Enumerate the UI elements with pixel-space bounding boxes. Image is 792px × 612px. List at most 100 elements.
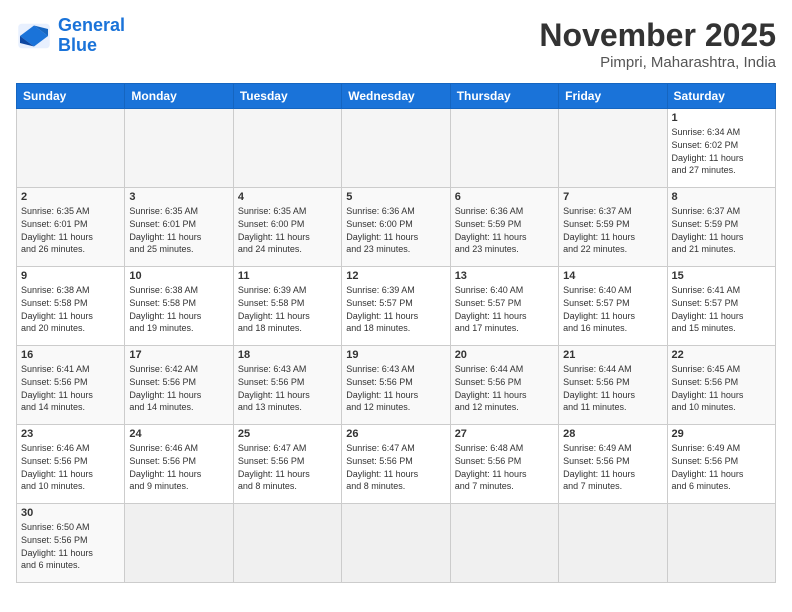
day-info: Sunrise: 6:43 AM Sunset: 5:56 PM Dayligh… xyxy=(346,363,445,413)
calendar-cell xyxy=(342,109,450,188)
calendar-cell: 19 Sunrise: 6:43 AM Sunset: 5:56 PM Dayli… xyxy=(342,346,450,425)
day-number: 26 xyxy=(346,428,445,440)
day-number: 22 xyxy=(672,349,771,361)
logo-general: General xyxy=(58,15,125,35)
calendar-cell xyxy=(450,109,558,188)
title-block: November 2025 Pimpri, Maharashtra, India xyxy=(539,16,776,71)
month-title: November 2025 xyxy=(539,16,776,54)
day-number: 24 xyxy=(129,428,228,440)
calendar-cell: 18 Sunrise: 6:43 AM Sunset: 5:56 PM Dayli… xyxy=(233,346,341,425)
day-info: Sunrise: 6:38 AM Sunset: 5:58 PM Dayligh… xyxy=(129,284,228,334)
calendar-cell: 8Sunrise: 6:37 AM Sunset: 5:59 PM Daylig… xyxy=(667,188,775,267)
day-of-week-header: Monday xyxy=(125,84,233,109)
day-number: 21 xyxy=(563,349,662,361)
day-number: 14 xyxy=(563,270,662,282)
calendar-cell xyxy=(559,504,667,583)
calendar-cell xyxy=(450,504,558,583)
calendar-cell: 1Sunrise: 6:34 AM Sunset: 6:02 PM Daylig… xyxy=(667,109,775,188)
calendar-cell xyxy=(342,504,450,583)
day-number: 25 xyxy=(238,428,337,440)
day-info: Sunrise: 6:44 AM Sunset: 5:56 PM Dayligh… xyxy=(563,363,662,413)
day-info: Sunrise: 6:40 AM Sunset: 5:57 PM Dayligh… xyxy=(455,284,554,334)
day-number: 6 xyxy=(455,191,554,203)
calendar-week-row: 30 Sunrise: 6:50 AM Sunset: 5:56 PM Dayli… xyxy=(17,504,776,583)
calendar-week-row: 16 Sunrise: 6:41 AM Sunset: 5:56 PM Dayli… xyxy=(17,346,776,425)
day-number: 13 xyxy=(455,270,554,282)
day-number: 9 xyxy=(21,270,120,282)
day-of-week-header: Thursday xyxy=(450,84,558,109)
day-info: Sunrise: 6:41 AM Sunset: 5:56 PM Dayligh… xyxy=(21,363,120,413)
calendar-cell: 20Sunrise: 6:44 AM Sunset: 5:56 PM Dayli… xyxy=(450,346,558,425)
day-number: 29 xyxy=(672,428,771,440)
calendar-week-row: 1Sunrise: 6:34 AM Sunset: 6:02 PM Daylig… xyxy=(17,109,776,188)
calendar-cell: 6 Sunrise: 6:36 AM Sunset: 5:59 PM Daylig… xyxy=(450,188,558,267)
calendar-cell: 15Sunrise: 6:41 AM Sunset: 5:57 PM Dayli… xyxy=(667,267,775,346)
day-number: 18 xyxy=(238,349,337,361)
calendar-cell xyxy=(233,504,341,583)
day-info: Sunrise: 6:50 AM Sunset: 5:56 PM Dayligh… xyxy=(21,521,120,571)
header: General Blue November 2025 Pimpri, Mahar… xyxy=(16,16,776,71)
day-info: Sunrise: 6:39 AM Sunset: 5:57 PM Dayligh… xyxy=(346,284,445,334)
calendar-cell: 24Sunrise: 6:46 AM Sunset: 5:56 PM Dayli… xyxy=(125,425,233,504)
day-number: 5 xyxy=(346,191,445,203)
day-info: Sunrise: 6:45 AM Sunset: 5:56 PM Dayligh… xyxy=(672,363,771,413)
day-number: 16 xyxy=(21,349,120,361)
calendar-cell: 16 Sunrise: 6:41 AM Sunset: 5:56 PM Dayli… xyxy=(17,346,125,425)
day-number: 8 xyxy=(672,191,771,203)
calendar-cell xyxy=(125,109,233,188)
day-number: 15 xyxy=(672,270,771,282)
day-info: Sunrise: 6:36 AM Sunset: 5:59 PM Dayligh… xyxy=(455,205,554,255)
calendar-week-row: 9 Sunrise: 6:38 AM Sunset: 5:58 PM Daylig… xyxy=(17,267,776,346)
day-info: Sunrise: 6:49 AM Sunset: 5:56 PM Dayligh… xyxy=(563,442,662,492)
calendar-week-row: 2 Sunrise: 6:35 AM Sunset: 6:01 PM Daylig… xyxy=(17,188,776,267)
day-info: Sunrise: 6:46 AM Sunset: 5:56 PM Dayligh… xyxy=(21,442,120,492)
day-number: 4 xyxy=(238,191,337,203)
day-of-week-header: Saturday xyxy=(667,84,775,109)
day-info: Sunrise: 6:47 AM Sunset: 5:56 PM Dayligh… xyxy=(346,442,445,492)
calendar-cell: 14Sunrise: 6:40 AM Sunset: 5:57 PM Dayli… xyxy=(559,267,667,346)
day-number: 2 xyxy=(21,191,120,203)
day-info: Sunrise: 6:42 AM Sunset: 5:56 PM Dayligh… xyxy=(129,363,228,413)
day-info: Sunrise: 6:48 AM Sunset: 5:56 PM Dayligh… xyxy=(455,442,554,492)
day-number: 27 xyxy=(455,428,554,440)
calendar-cell: 12Sunrise: 6:39 AM Sunset: 5:57 PM Dayli… xyxy=(342,267,450,346)
day-number: 7 xyxy=(563,191,662,203)
calendar-cell xyxy=(125,504,233,583)
calendar-cell: 27 Sunrise: 6:48 AM Sunset: 5:56 PM Dayli… xyxy=(450,425,558,504)
day-info: Sunrise: 6:34 AM Sunset: 6:02 PM Dayligh… xyxy=(672,126,771,176)
calendar-cell: 4 Sunrise: 6:35 AM Sunset: 6:00 PM Daylig… xyxy=(233,188,341,267)
calendar-cell: 10 Sunrise: 6:38 AM Sunset: 5:58 PM Dayli… xyxy=(125,267,233,346)
calendar-cell: 25Sunrise: 6:47 AM Sunset: 5:56 PM Dayli… xyxy=(233,425,341,504)
day-number: 19 xyxy=(346,349,445,361)
calendar-cell: 7 Sunrise: 6:37 AM Sunset: 5:59 PM Daylig… xyxy=(559,188,667,267)
day-of-week-header: Wednesday xyxy=(342,84,450,109)
calendar-cell xyxy=(667,504,775,583)
calendar: SundayMondayTuesdayWednesdayThursdayFrid… xyxy=(16,83,776,583)
day-number: 10 xyxy=(129,270,228,282)
day-number: 30 xyxy=(21,507,120,519)
calendar-cell: 17Sunrise: 6:42 AM Sunset: 5:56 PM Dayli… xyxy=(125,346,233,425)
calendar-cell: 11Sunrise: 6:39 AM Sunset: 5:58 PM Dayli… xyxy=(233,267,341,346)
calendar-cell: 3Sunrise: 6:35 AM Sunset: 6:01 PM Daylig… xyxy=(125,188,233,267)
day-info: Sunrise: 6:49 AM Sunset: 5:56 PM Dayligh… xyxy=(672,442,771,492)
subtitle: Pimpri, Maharashtra, India xyxy=(539,54,776,71)
calendar-cell xyxy=(17,109,125,188)
calendar-cell: 29 Sunrise: 6:49 AM Sunset: 5:56 PM Dayli… xyxy=(667,425,775,504)
day-info: Sunrise: 6:35 AM Sunset: 6:01 PM Dayligh… xyxy=(129,205,228,255)
logo: General Blue xyxy=(16,16,125,56)
day-info: Sunrise: 6:44 AM Sunset: 5:56 PM Dayligh… xyxy=(455,363,554,413)
calendar-cell: 22 Sunrise: 6:45 AM Sunset: 5:56 PM Dayli… xyxy=(667,346,775,425)
calendar-cell xyxy=(559,109,667,188)
day-info: Sunrise: 6:39 AM Sunset: 5:58 PM Dayligh… xyxy=(238,284,337,334)
calendar-cell: 28Sunrise: 6:49 AM Sunset: 5:56 PM Dayli… xyxy=(559,425,667,504)
calendar-cell xyxy=(233,109,341,188)
calendar-cell: 13 Sunrise: 6:40 AM Sunset: 5:57 PM Dayli… xyxy=(450,267,558,346)
day-info: Sunrise: 6:43 AM Sunset: 5:56 PM Dayligh… xyxy=(238,363,337,413)
day-info: Sunrise: 6:35 AM Sunset: 6:00 PM Dayligh… xyxy=(238,205,337,255)
calendar-week-row: 23Sunrise: 6:46 AM Sunset: 5:56 PM Dayli… xyxy=(17,425,776,504)
calendar-cell: 21 Sunrise: 6:44 AM Sunset: 5:56 PM Dayli… xyxy=(559,346,667,425)
day-info: Sunrise: 6:37 AM Sunset: 5:59 PM Dayligh… xyxy=(563,205,662,255)
day-info: Sunrise: 6:35 AM Sunset: 6:01 PM Dayligh… xyxy=(21,205,120,255)
logo-blue: Blue xyxy=(58,35,97,55)
day-of-week-header: Tuesday xyxy=(233,84,341,109)
